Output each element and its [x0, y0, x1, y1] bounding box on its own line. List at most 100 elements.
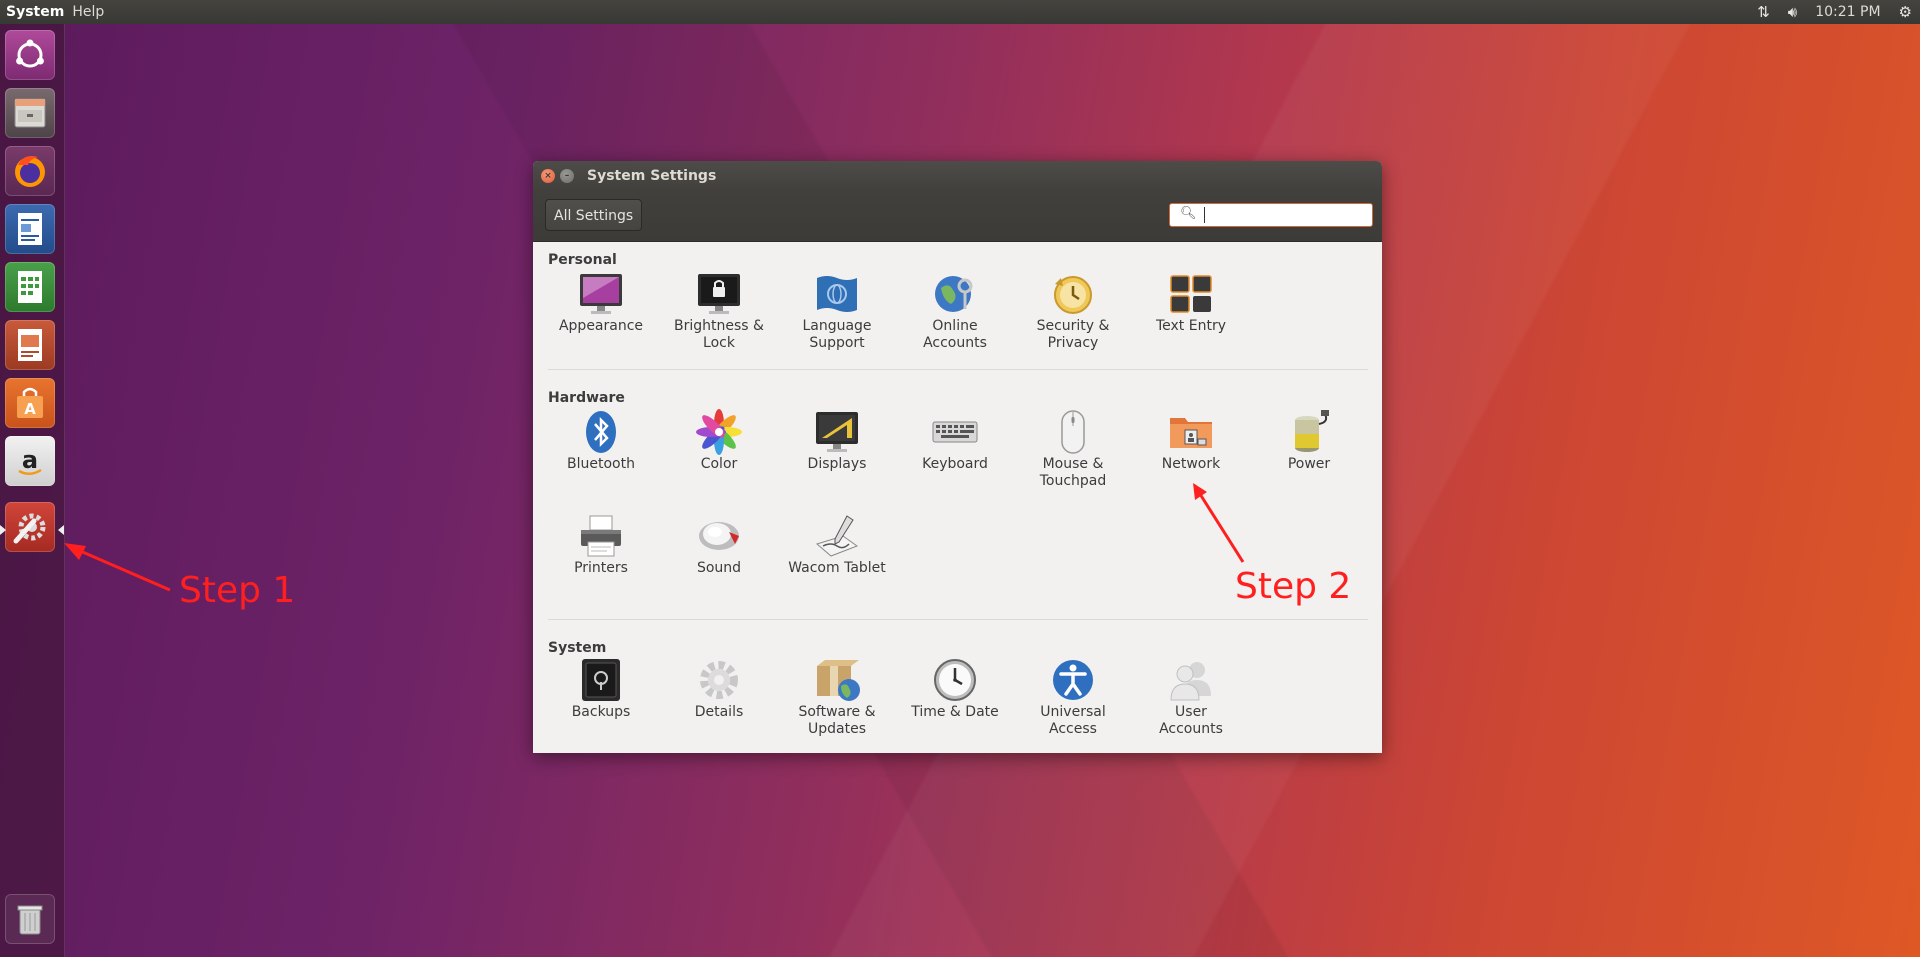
launcher-amazon[interactable]: a: [5, 436, 55, 486]
settings-item-label: Sound: [696, 560, 742, 576]
launcher-software[interactable]: A: [5, 378, 55, 428]
settings-item-backups[interactable]: Backups: [542, 656, 660, 721]
svg-text:a: a: [22, 446, 38, 474]
launcher-firefox[interactable]: [5, 146, 55, 196]
settings-item-label: Wacom Tablet: [788, 560, 886, 576]
drawing-tablet-icon: [815, 515, 859, 557]
settings-item-security-privacy[interactable]: Security & Privacy: [1014, 270, 1132, 352]
settings-item-keyboard[interactable]: Keyboard: [896, 408, 1014, 473]
launcher-calc[interactable]: [5, 262, 55, 312]
window-title: System Settings: [587, 168, 717, 184]
impress-presentation-icon: [18, 329, 42, 361]
settings-item-label: Software & Updates: [798, 704, 876, 737]
speaker-icon: [699, 522, 739, 550]
launcher-active-indicator-right: [58, 525, 64, 535]
window-toolbar: All Settings 🔍︎: [533, 191, 1382, 242]
settings-item-text-entry[interactable]: Text Entry: [1132, 270, 1250, 335]
launcher-system-settings[interactable]: [5, 502, 55, 552]
section-divider: [548, 369, 1368, 370]
settings-item-brightness-lock[interactable]: Brightness & Lock: [660, 270, 778, 352]
settings-item-label: Displays: [807, 456, 867, 472]
settings-item-label: Power: [1287, 456, 1331, 472]
menu-system[interactable]: System: [6, 0, 64, 24]
settings-content: Personal Appearance Brightness & Lock La…: [533, 242, 1382, 753]
settings-item-printers[interactable]: Printers: [542, 512, 660, 577]
launcher-active-indicator-left: [0, 525, 6, 535]
mouse-icon: [1061, 410, 1085, 454]
close-button[interactable]: ×: [541, 169, 555, 183]
step2-annotation: Step 2: [1235, 566, 1352, 607]
step1-annotation: Step 1: [179, 570, 296, 611]
ubuntu-logo-icon: [16, 39, 44, 68]
settings-item-label: Color: [700, 456, 738, 472]
settings-item-network[interactable]: Network: [1132, 408, 1250, 473]
gear-icon[interactable]: ⚙: [1899, 0, 1912, 24]
shopping-bag-icon: A: [17, 387, 43, 418]
top-panel: System Help ⇅ 🔊︎ 10:21 PM ⚙: [0, 0, 1920, 24]
printer-icon: [581, 515, 621, 557]
launcher-trash[interactable]: [5, 894, 55, 944]
clock-icon: [934, 659, 976, 701]
settings-item-details[interactable]: Details: [660, 656, 778, 721]
section-divider: [548, 619, 1368, 620]
search-box[interactable]: 🔍︎: [1169, 203, 1373, 227]
network-folder-icon: [1170, 418, 1212, 448]
settings-item-online-accounts[interactable]: Online Accounts: [896, 270, 1014, 352]
volume-icon[interactable]: 🔊︎: [1788, 0, 1797, 24]
settings-item-appearance[interactable]: Appearance: [542, 270, 660, 335]
search-input[interactable]: [1208, 206, 1362, 226]
launcher: A a: [0, 24, 65, 957]
settings-item-label: Universal Access: [1040, 704, 1106, 737]
settings-item-label: Time & Date: [911, 704, 999, 720]
launcher-impress[interactable]: [5, 320, 55, 370]
settings-item-user-accounts[interactable]: User Accounts: [1132, 656, 1250, 738]
svg-text:A: A: [24, 400, 36, 418]
menu-help[interactable]: Help: [72, 0, 104, 24]
section-title-personal: Personal: [548, 252, 617, 268]
settings-item-bluetooth[interactable]: Bluetooth: [542, 408, 660, 473]
minimize-button[interactable]: –: [560, 169, 574, 183]
settings-item-color[interactable]: Color: [660, 408, 778, 473]
clock[interactable]: 10:21 PM: [1815, 0, 1880, 24]
amazon-icon: a: [18, 446, 42, 475]
globe-key-icon: [935, 276, 973, 312]
settings-item-sound[interactable]: Sound: [660, 512, 778, 577]
text-cursor: [1204, 207, 1205, 223]
keyboard-keys-icon: [1170, 275, 1212, 313]
indicators: ⇅ 🔊︎ 10:21 PM ⚙: [1757, 0, 1912, 24]
trash-icon: [17, 905, 43, 935]
step1-arrow: [64, 543, 171, 592]
launcher-dash-home[interactable]: [5, 30, 55, 80]
accessibility-icon: [1053, 660, 1093, 700]
language-flag-icon: [817, 276, 857, 312]
settings-item-universal-access[interactable]: Universal Access: [1014, 656, 1132, 738]
all-settings-button[interactable]: All Settings: [545, 199, 643, 231]
system-settings-window: × – System Settings All Settings 🔍︎ Pers…: [533, 161, 1382, 753]
lock-monitor-icon: [698, 274, 740, 314]
launcher-files[interactable]: [5, 88, 55, 138]
window-titlebar[interactable]: × – System Settings: [533, 161, 1382, 191]
section-title-hardware: Hardware: [548, 390, 625, 406]
display-monitor-icon: [816, 412, 858, 452]
gear-details-icon: [700, 661, 738, 699]
appearance-monitor-icon: [580, 274, 622, 314]
firefox-icon: [15, 156, 45, 187]
settings-item-software-updates[interactable]: Software & Updates: [778, 656, 896, 738]
clock-history-icon: [1054, 276, 1092, 314]
settings-item-wacom-tablet[interactable]: Wacom Tablet: [778, 512, 896, 577]
calc-spreadsheet-icon: [18, 271, 42, 303]
app-menu: System Help: [6, 0, 104, 24]
settings-item-label: Details: [694, 704, 744, 720]
settings-item-mouse-touchpad[interactable]: Mouse & Touchpad: [1014, 408, 1132, 490]
settings-item-label: Security & Privacy: [1036, 318, 1110, 351]
settings-item-power[interactable]: Power: [1250, 408, 1368, 473]
settings-item-label: Backups: [571, 704, 631, 720]
settings-item-displays[interactable]: Displays: [778, 408, 896, 473]
settings-item-label: Printers: [574, 560, 628, 576]
safe-icon: [582, 659, 620, 701]
settings-item-time-date[interactable]: Time & Date: [896, 656, 1014, 721]
network-transfer-icon[interactable]: ⇅: [1757, 0, 1770, 24]
settings-item-language-support[interactable]: Language Support: [778, 270, 896, 352]
settings-item-label: Keyboard: [922, 456, 988, 472]
launcher-writer[interactable]: [5, 204, 55, 254]
